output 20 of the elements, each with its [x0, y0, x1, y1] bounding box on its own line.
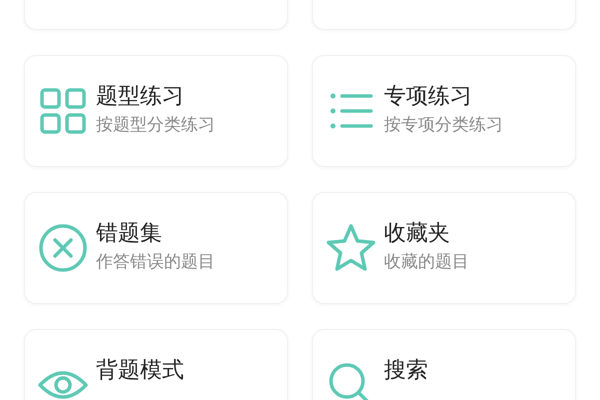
card-title: 背题模式 — [96, 357, 184, 384]
eye-icon — [38, 369, 88, 400]
close-circle-icon — [38, 223, 88, 273]
card-subtitle: 收藏的题目 — [384, 252, 469, 273]
menu-card[interactable]: 专项练习 按专项分类练习 — [312, 55, 576, 167]
card-subtitle: 按题型分类练习 — [96, 114, 215, 136]
menu-card[interactable]: 题型练习 按题型分类练习 — [24, 55, 288, 167]
card-subtitle: 作答错误的题目 — [96, 252, 215, 273]
menu-card[interactable]: 背题模式 — [24, 329, 288, 400]
card-subtitle: 按专项分类练习 — [384, 114, 503, 136]
menu-card[interactable]: 收藏夹 收藏的题目 — [312, 192, 576, 304]
card-title: 题型练习 — [96, 83, 185, 110]
card-title: 搜索 — [384, 357, 428, 384]
card-title: 收藏夹 — [384, 220, 451, 248]
menu-card[interactable]: 错题集 作答错误的题目 — [24, 192, 288, 304]
card-title: 错题集 — [96, 220, 163, 248]
star-icon — [325, 223, 377, 273]
card-title: 专项练习 — [384, 83, 473, 110]
grid-icon — [40, 88, 86, 134]
menu-card[interactable]: 搜索 — [312, 329, 576, 400]
